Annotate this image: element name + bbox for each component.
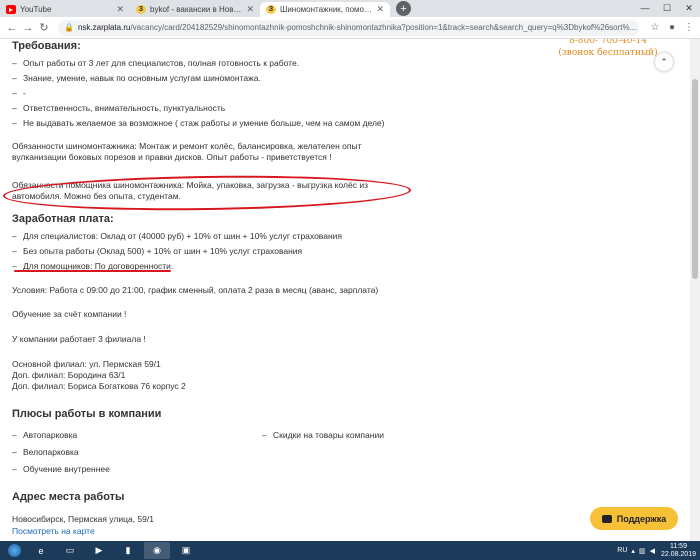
ie-icon[interactable]: e [28, 542, 54, 559]
fitter-duties: Обязанности шиномонтажника: Монтаж и рем… [12, 141, 362, 162]
url-path: /vacancy/card/204182529/shinomontazhnik-… [130, 23, 637, 32]
start-button[interactable] [3, 542, 25, 559]
map-link[interactable]: Посмотреть на карте [12, 526, 95, 536]
reload-icon[interactable]: ↻ [36, 21, 52, 34]
language-indicator[interactable]: RU [617, 547, 627, 554]
browser-tab-bar: YouTube ✕ З bykof - вакансии в Новосибир… [0, 0, 700, 17]
close-window-icon[interactable]: ✕ [678, 0, 700, 17]
address-text: Новосибирск, Пермская улица, 59/1 [12, 514, 154, 524]
close-icon[interactable]: ✕ [246, 4, 254, 15]
branch-item: Доп. филиал: Бородина 63/1 [12, 370, 126, 380]
minimize-icon[interactable]: — [634, 0, 656, 17]
list-item: – Опыт работы от 3 лет для специалистов, … [12, 58, 300, 68]
page-content: 8-800- 700-40-14 (звонок бесплатный) ⌃ Т… [0, 39, 690, 541]
clock[interactable]: 11:59 22.08.2019 [661, 543, 696, 559]
zarplata-icon: З [136, 5, 146, 14]
star-icon[interactable]: ☆ [648, 22, 662, 33]
scrollbar-thumb[interactable] [692, 79, 698, 279]
media-player-icon[interactable]: ▶ [86, 542, 112, 559]
chat-icon [601, 514, 612, 523]
new-tab-button[interactable]: + [396, 1, 411, 16]
branches-count: У компании работает 3 филиала ! [12, 334, 146, 344]
app-icon[interactable]: ▣ [173, 542, 199, 559]
clock-time: 11:59 [669, 542, 687, 550]
tab-youtube[interactable]: YouTube ✕ [0, 2, 130, 17]
work-conditions: Условия: Работа с 09:00 до 21:00, график… [12, 285, 379, 295]
scroll-up-button[interactable]: ⌃ [655, 53, 673, 71]
chevron-up-icon: ⌃ [660, 56, 668, 67]
benefit-item: – Велопарковка [12, 447, 79, 457]
close-icon[interactable]: ✕ [116, 4, 124, 15]
tab-label: YouTube [20, 5, 52, 14]
lock-icon: 🔒 [64, 23, 74, 32]
list-item: – Для специалистов: Оклад от (40000 руб) … [12, 231, 342, 241]
close-icon[interactable]: ✕ [376, 4, 384, 15]
list-item: – Не выдавать желаемое за возможное ( ста… [12, 118, 385, 128]
support-button[interactable]: Поддержка [590, 507, 678, 530]
clock-date: 22.08.2019 [660, 550, 696, 558]
back-icon[interactable]: ← [4, 22, 20, 34]
windows-logo-icon [7, 544, 21, 557]
zarplata-icon: З [266, 5, 276, 14]
address-title: Адрес места работы [12, 491, 125, 503]
support-label: Поддержка [616, 513, 667, 524]
benefit-item: – Обучение внутреннее [12, 464, 110, 474]
training-note: Обучение за счёт компании ! [12, 309, 127, 319]
benefit-item: – Скидки на товары компании [262, 430, 384, 440]
requirements-title: Требования: [12, 40, 81, 52]
app-icon[interactable]: ▮ [115, 542, 141, 559]
system-tray: RU ▴ ▥ ◀ 11:59 22.08.2019 [617, 543, 700, 559]
benefit-item: – Автопарковка [12, 430, 78, 440]
salary-title: Заработная плата: [12, 213, 114, 225]
tab-label: bykof - вакансии в Новосибирс [150, 5, 242, 14]
volume-icon[interactable]: ◀ [650, 547, 655, 555]
phone-number[interactable]: 8-800- 700-40-14 [553, 39, 663, 47]
profile-icon[interactable]: ● [665, 22, 679, 33]
list-item: – - [12, 88, 26, 98]
list-item: – Знание, умение, навык по основным услуг… [12, 73, 261, 83]
list-item: – Ответственность, внимательность, пункту… [12, 103, 226, 113]
chrome-icon[interactable]: ◉ [144, 542, 170, 559]
window-controls: — ☐ ✕ [634, 0, 700, 17]
phone-note: (звонок бесплатный) [558, 48, 658, 58]
page-scrollbar[interactable] [690, 39, 700, 541]
windows-taskbar: e ▭ ▶ ▮ ◉ ▣ RU ▴ ▥ ◀ 11:59 22.08.2019 [0, 541, 700, 560]
branch-item: Основной филиал: ул. Пермская 59/1 [12, 359, 161, 369]
red-annotation-underline [14, 270, 171, 272]
benefits-title: Плюсы работы в компании [12, 408, 162, 420]
network-icon[interactable]: ▥ [639, 547, 646, 555]
maximize-icon[interactable]: ☐ [656, 0, 678, 17]
branch-item: Доп. филиал: Бориса Богаткова 76 корпус … [12, 381, 186, 391]
tab-vacancy[interactable]: З Шиномонтажник, помощник ш ✕ [260, 2, 390, 17]
menu-icon[interactable]: ⋮ [682, 22, 696, 33]
browser-toolbar: ← → ↻ 🔒 nsk.zarplata.ru /vacancy/card/20… [0, 17, 700, 39]
address-bar[interactable]: 🔒 nsk.zarplata.ru /vacancy/card/20418252… [58, 19, 639, 36]
tab-label: Шиномонтажник, помощник ш [280, 5, 372, 14]
forward-icon[interactable]: → [20, 22, 36, 34]
youtube-icon [6, 5, 16, 14]
list-item: – Без опыта работы (Оклад 500) + 10% от ш… [12, 246, 303, 256]
tray-arrow-icon[interactable]: ▴ [631, 547, 635, 555]
tab-bykof[interactable]: З bykof - вакансии в Новосибирс ✕ [130, 2, 260, 17]
phone-box: 8-800- 700-40-14 (звонок бесплатный) [553, 39, 663, 59]
folder-icon[interactable]: ▭ [57, 542, 83, 559]
url-host: nsk.zarplata.ru [77, 23, 131, 32]
